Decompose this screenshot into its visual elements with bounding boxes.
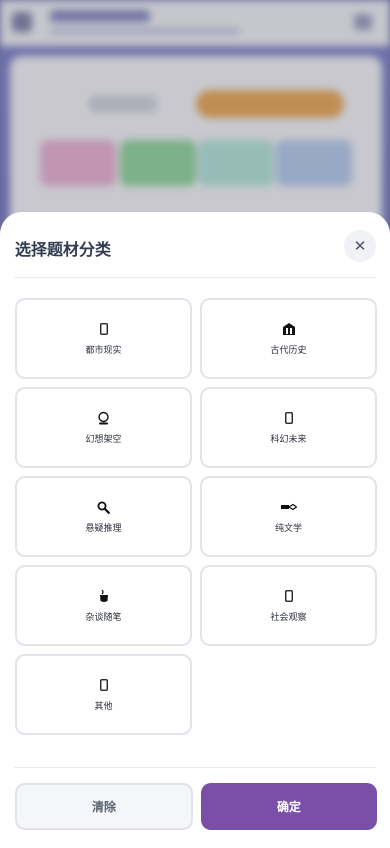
confirm-button[interactable]: 确定	[201, 783, 377, 830]
category-mystery[interactable]: 悬疑推理	[15, 476, 192, 557]
category-label: 其他	[94, 702, 113, 712]
category-social[interactable]: 社会观察	[200, 565, 377, 646]
category-fantasy[interactable]: 幻想架空	[15, 387, 192, 468]
header-divider	[14, 277, 376, 278]
category-literary[interactable]: 纯文学	[200, 476, 377, 557]
category-label: 悬疑推理	[85, 524, 122, 534]
category-label: 纯文学	[274, 524, 302, 534]
category-label: 古代历史	[270, 346, 307, 356]
phone-icon	[96, 321, 112, 337]
pen-icon	[280, 499, 297, 515]
category-ancient-history[interactable]: 古代历史	[200, 298, 377, 379]
category-label: 科幻未来	[270, 435, 307, 445]
note-icon	[96, 677, 112, 693]
clear-button[interactable]: 清除	[15, 783, 193, 830]
category-other[interactable]: 其他	[15, 654, 192, 735]
sheet-title: 选择题材分类	[15, 240, 112, 259]
category-label: 社会观察	[270, 613, 307, 623]
category-urban-reality[interactable]: 都市现实	[15, 298, 192, 379]
category-scifi[interactable]: 科幻未来	[200, 387, 377, 468]
coffee-icon	[96, 588, 112, 604]
magnifier-icon	[96, 499, 112, 515]
crystal-ball-icon	[96, 410, 112, 426]
category-essay[interactable]: 杂谈随笔	[15, 565, 192, 646]
category-label: 杂谈随笔	[85, 613, 122, 623]
people-icon	[281, 588, 297, 604]
category-label: 幻想架空	[85, 435, 122, 445]
close-button[interactable]: ✕	[344, 230, 376, 262]
category-grid: 都市现实 古代历史 幻想架空 科幻未来 悬疑推理 纯文学 杂谈随笔 社会观察 其…	[15, 298, 377, 735]
category-label: 都市现实	[85, 346, 122, 356]
rocket-icon	[281, 410, 297, 426]
temple-icon	[281, 321, 297, 337]
footer-divider	[14, 767, 376, 768]
close-icon: ✕	[353, 237, 367, 255]
